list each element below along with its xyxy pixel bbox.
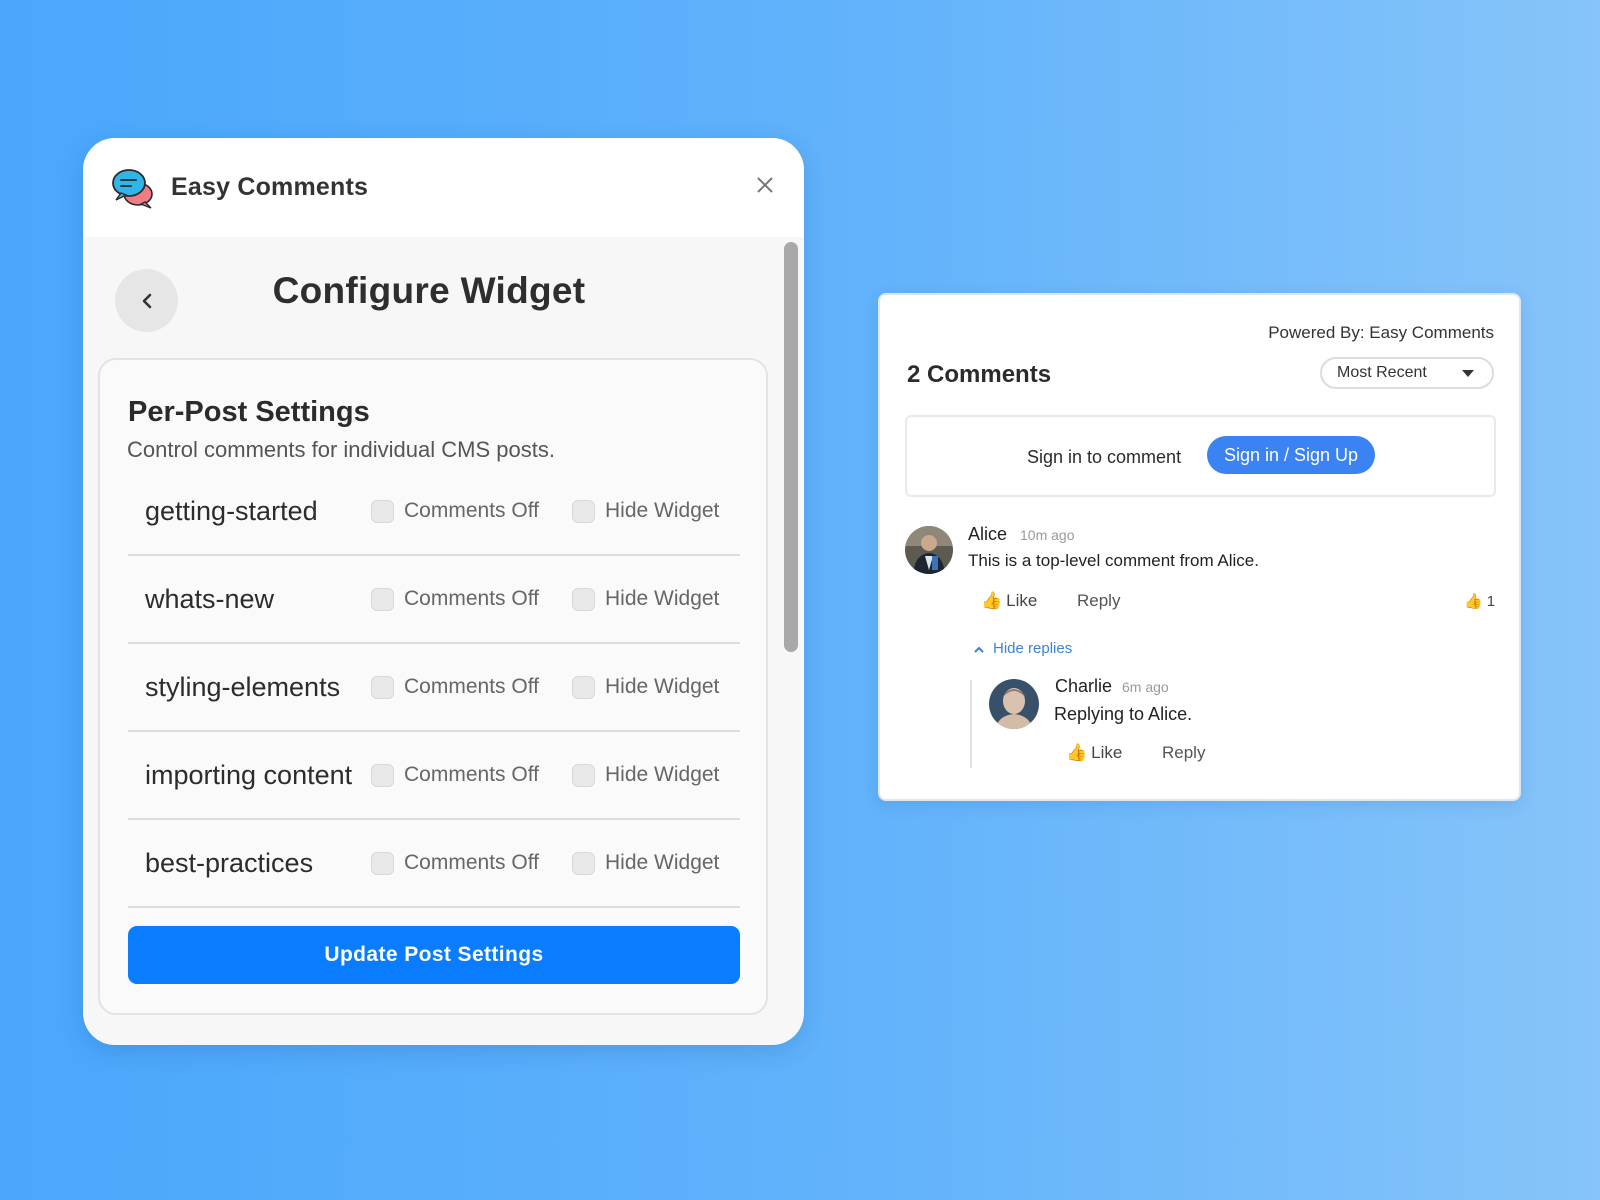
configure-widget-panel: Easy Comments Configure Widget Per-Post … (83, 138, 804, 1045)
comments-off-checkbox[interactable]: Comments Off (371, 675, 539, 699)
scrollbar-thumb[interactable] (784, 242, 798, 652)
update-post-settings-button[interactable]: Update Post Settings (128, 926, 740, 984)
page-title: Configure Widget (272, 270, 586, 311)
comments-off-label: Comments Off (404, 763, 539, 786)
post-list: getting-started Comments Off Hide Widget… (128, 468, 740, 908)
comments-off-label: Comments Off (404, 587, 539, 610)
reply-button[interactable]: Reply (1077, 591, 1120, 611)
hide-widget-label: Hide Widget (605, 499, 720, 522)
like-label: Like (1091, 743, 1123, 762)
post-row: styling-elements Comments Off Hide Widge… (128, 644, 740, 732)
post-name: styling-elements (145, 671, 341, 702)
sort-select[interactable]: Most Recent (1320, 357, 1494, 389)
comment-author[interactable]: Alice (968, 524, 1007, 545)
checkbox[interactable] (572, 763, 595, 787)
like-count: 👍 1 (1464, 592, 1496, 611)
like-count-value: 1 (1486, 592, 1496, 610)
comment-count: 2 Comments (907, 361, 1052, 388)
post-row: importing content Comments Off Hide Widg… (128, 732, 740, 820)
comments-off-label: Comments Off (404, 675, 539, 698)
hide-widget-label: Hide Widget (605, 587, 720, 610)
checkbox[interactable] (371, 587, 394, 611)
alice-avatar-image (905, 526, 953, 574)
hide-widget-label: Hide Widget (605, 675, 720, 698)
reply-button[interactable]: Reply (1162, 743, 1205, 763)
hide-replies-toggle[interactable]: Hide replies (973, 640, 1072, 657)
post-row: whats-new Comments Off Hide Widget (128, 556, 740, 644)
post-row: getting-started Comments Off Hide Widget (128, 468, 740, 556)
signin-signup-button[interactable]: Sign in / Sign Up (1207, 436, 1375, 474)
post-name: getting-started (145, 495, 318, 526)
settings-description: Control comments for individual CMS post… (127, 437, 555, 462)
checkbox[interactable] (572, 675, 595, 699)
hide-replies-label: Hide replies (993, 640, 1073, 657)
caret-down-icon (1462, 370, 1474, 377)
post-row: best-practices Comments Off Hide Widget (128, 820, 740, 908)
chevron-up-icon (974, 646, 984, 653)
checkbox[interactable] (371, 763, 394, 787)
hide-widget-checkbox[interactable]: Hide Widget (572, 851, 719, 875)
charlie-avatar-image (989, 679, 1039, 729)
hide-widget-label: Hide Widget (605, 851, 720, 874)
comments-off-label: Comments Off (404, 499, 539, 522)
post-name: whats-new (145, 583, 275, 614)
per-post-settings-card: Per-Post Settings Control comments for i… (98, 358, 768, 1015)
checkbox[interactable] (572, 587, 595, 611)
checkbox[interactable] (572, 851, 595, 875)
comments-off-checkbox[interactable]: Comments Off (371, 851, 539, 875)
comment-text: This is a top-level comment from Alice. (968, 551, 1259, 570)
reply-author[interactable]: Charlie (1055, 676, 1112, 697)
settings-heading: Per-Post Settings (128, 396, 370, 428)
comments-widget: Powered By: Easy Comments 2 Comments Mos… (878, 293, 1521, 801)
hide-widget-label: Hide Widget (605, 763, 720, 786)
checkbox[interactable] (371, 851, 394, 875)
comments-off-label: Comments Off (404, 851, 539, 874)
signin-box: Sign in to comment Sign in / Sign Up (905, 415, 1496, 497)
comments-off-checkbox[interactable]: Comments Off (371, 499, 539, 523)
hide-widget-checkbox[interactable]: Hide Widget (572, 587, 719, 611)
comment-timestamp: 10m ago (1020, 527, 1075, 543)
thumbs-up-icon: 👍 (1066, 743, 1088, 762)
sort-selected-value: Most Recent (1337, 364, 1427, 381)
post-name: best-practices (145, 847, 314, 878)
checkbox[interactable] (371, 675, 394, 699)
hide-widget-checkbox[interactable]: Hide Widget (572, 675, 719, 699)
thumbs-up-icon: 👍 (1464, 593, 1483, 610)
signin-prompt: Sign in to comment (1027, 447, 1182, 467)
close-button[interactable] (754, 174, 776, 196)
like-button[interactable]: 👍 Like (1066, 743, 1122, 763)
close-icon (757, 177, 773, 193)
comments-off-checkbox[interactable]: Comments Off (371, 587, 539, 611)
app-name: Easy Comments (171, 173, 369, 201)
like-label: Like (1006, 591, 1038, 610)
panel-header: Easy Comments (83, 138, 804, 237)
checkbox[interactable] (572, 499, 595, 523)
chat-bubbles-icon (112, 168, 153, 209)
thumbs-up-icon: 👍 (981, 591, 1003, 610)
checkbox[interactable] (371, 499, 394, 523)
like-button[interactable]: 👍 Like (981, 591, 1037, 611)
powered-by-label: Powered By: Easy Comments (1268, 323, 1494, 342)
scrollbar[interactable] (784, 242, 798, 652)
avatar (989, 679, 1039, 729)
post-name: importing content (145, 759, 353, 790)
reply-text: Replying to Alice. (1054, 704, 1193, 724)
hide-widget-checkbox[interactable]: Hide Widget (572, 763, 719, 787)
reply-timestamp: 6m ago (1122, 679, 1169, 695)
reply-thread-line (970, 680, 972, 768)
hide-widget-checkbox[interactable]: Hide Widget (572, 499, 719, 523)
avatar (905, 526, 953, 574)
comments-off-checkbox[interactable]: Comments Off (371, 763, 539, 787)
